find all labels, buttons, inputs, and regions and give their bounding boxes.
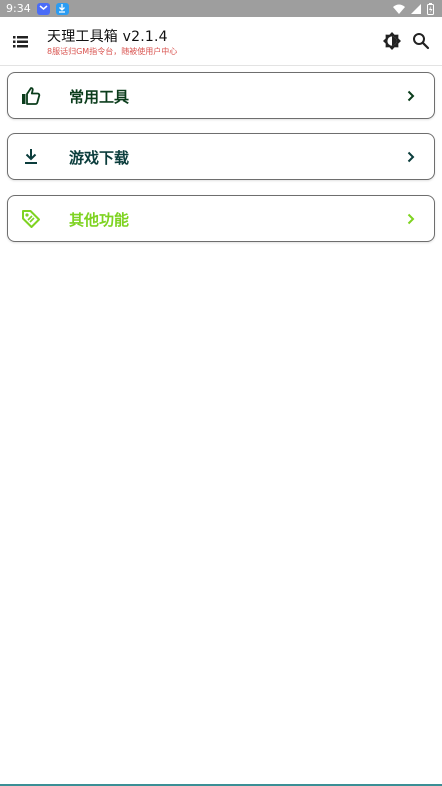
- download-icon: [25, 149, 37, 164]
- card-label: 游戏下载: [69, 149, 130, 167]
- chevron-right-icon: [407, 151, 415, 163]
- chevron-right-icon: [407, 90, 415, 102]
- app-notification-icon: [36, 2, 50, 15]
- card-game-download[interactable]: 游戏下载: [7, 133, 435, 180]
- chevron-right-icon: [407, 213, 415, 225]
- page-subtitle: 8服话归GM指令台，随被使用户中心: [47, 47, 178, 56]
- menu-list-icon[interactable]: [12, 33, 29, 50]
- card-other-functions[interactable]: 其他功能: [7, 195, 435, 242]
- thumb-up-icon: [22, 87, 41, 105]
- card-label: 其他功能: [69, 211, 130, 229]
- download-notification-icon: [55, 2, 69, 15]
- app-bar: 天理工具箱 v2.1.4 8服话归GM指令台，随被使用户中心: [0, 17, 442, 66]
- page-title: 天理工具箱 v2.1.4: [47, 29, 168, 45]
- status-time: 9:34: [6, 2, 31, 15]
- tag-icon: [22, 210, 40, 228]
- card-common-tools[interactable]: 常用工具: [7, 72, 435, 119]
- card-label: 常用工具: [69, 88, 130, 106]
- search-icon[interactable]: [412, 32, 430, 50]
- wifi-icon: [393, 4, 405, 14]
- signal-icon: [411, 3, 421, 14]
- battery-icon: [427, 2, 434, 15]
- brightness-theme-icon[interactable]: [382, 31, 402, 51]
- status-bar: 9:34: [0, 0, 442, 17]
